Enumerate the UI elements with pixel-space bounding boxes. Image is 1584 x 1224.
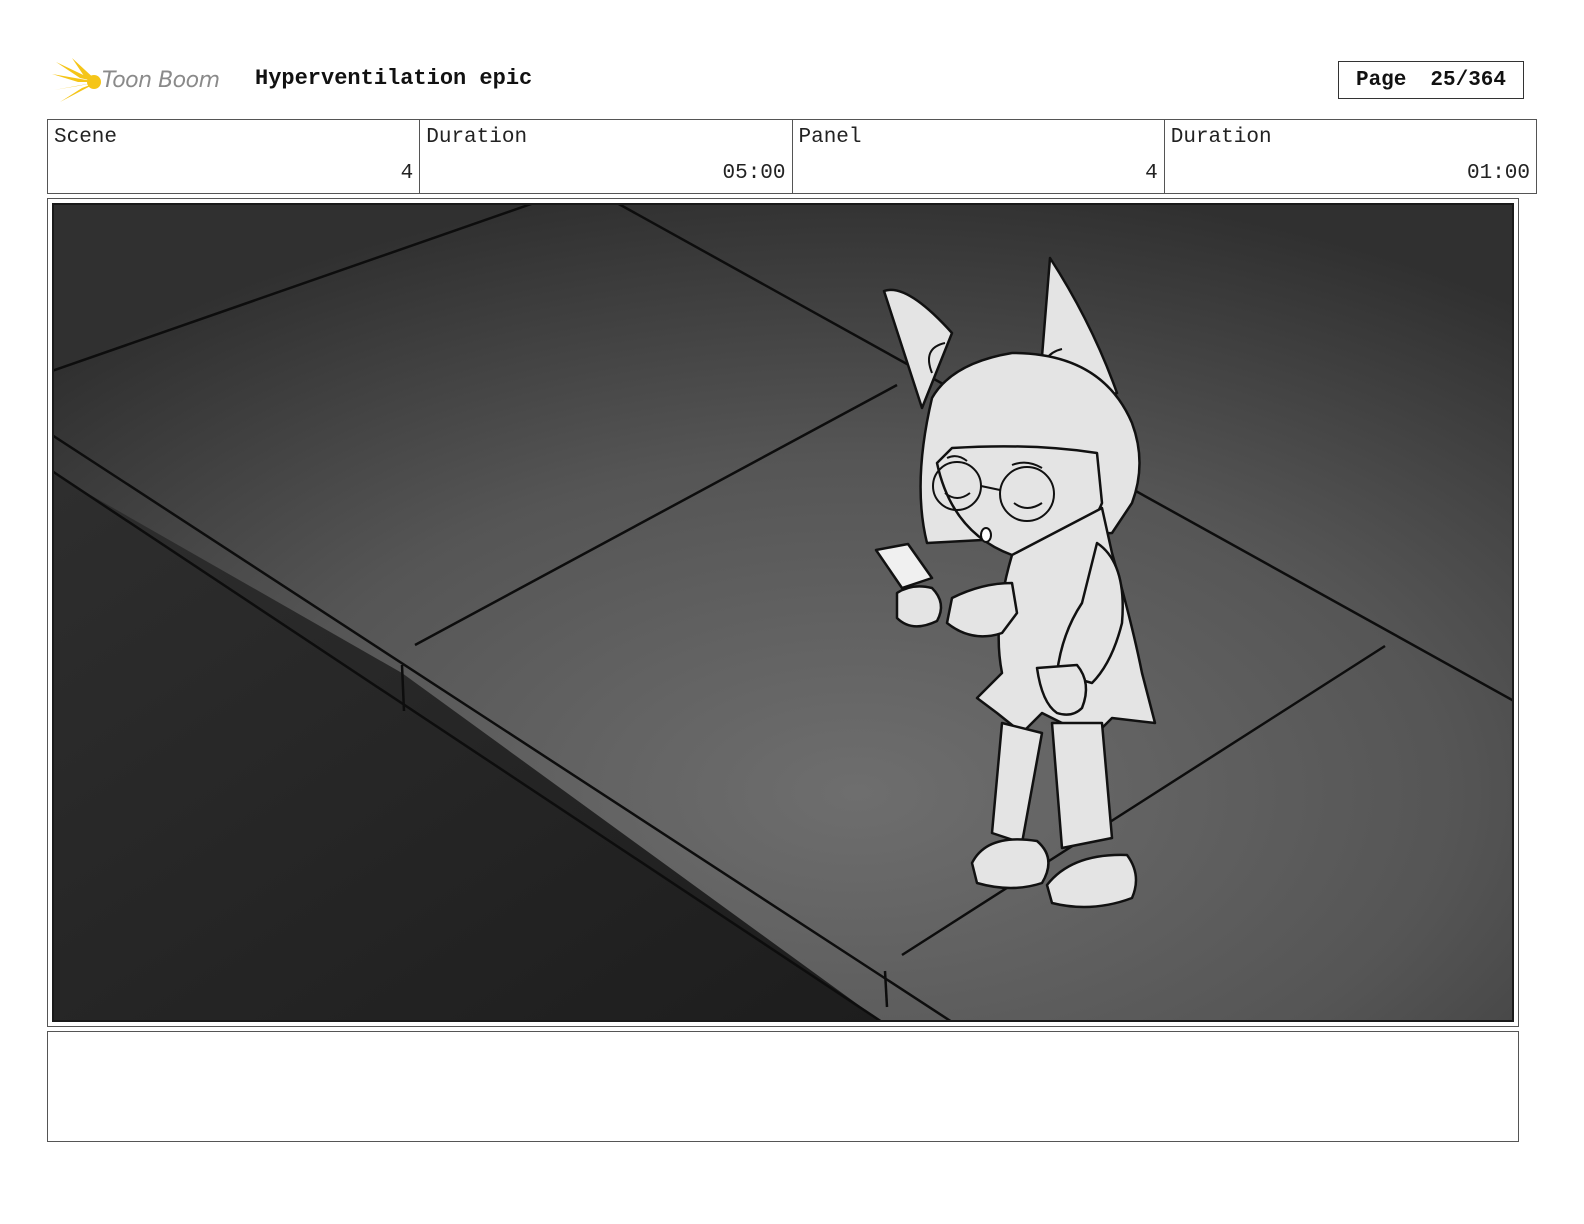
panel-notes-box[interactable] — [47, 1031, 1519, 1142]
logo-burst-icon — [52, 58, 101, 102]
project-title: Hyperventilation epic — [255, 66, 533, 91]
scene-duration-label: Duration — [426, 126, 528, 149]
scene-duration-value: 05:00 — [722, 162, 786, 185]
page-number: 25/364 — [1430, 68, 1507, 92]
panel-label: Panel — [798, 126, 862, 149]
panel-duration-cell: Duration 01:00 — [1165, 120, 1536, 193]
panel-duration-value: 01:00 — [1466, 162, 1530, 185]
scene-cell: Scene 4 — [48, 120, 421, 193]
panel-drawing — [52, 203, 1514, 1022]
panel-duration-label: Duration — [1170, 126, 1272, 149]
scene-value: 4 — [400, 162, 414, 185]
page-indicator: Page 25/364 — [1338, 61, 1524, 99]
toon-boom-logo: Toon Boom — [50, 56, 245, 106]
scene-label: Scene — [54, 126, 118, 149]
scene-info-table: Scene 4 Duration 05:00 Panel 4 Duration … — [47, 119, 1537, 194]
panel-cell: Panel 4 — [793, 120, 1165, 193]
storyboard-header: Toon Boom Hyperventilation epic Page 25/… — [48, 52, 1536, 108]
storyboard-panel — [47, 198, 1519, 1027]
scene-duration-cell: Duration 05:00 — [420, 120, 793, 193]
logo-text: Toon Boom — [102, 68, 220, 93]
page-label: Page — [1355, 68, 1407, 92]
panel-value: 4 — [1145, 162, 1158, 185]
